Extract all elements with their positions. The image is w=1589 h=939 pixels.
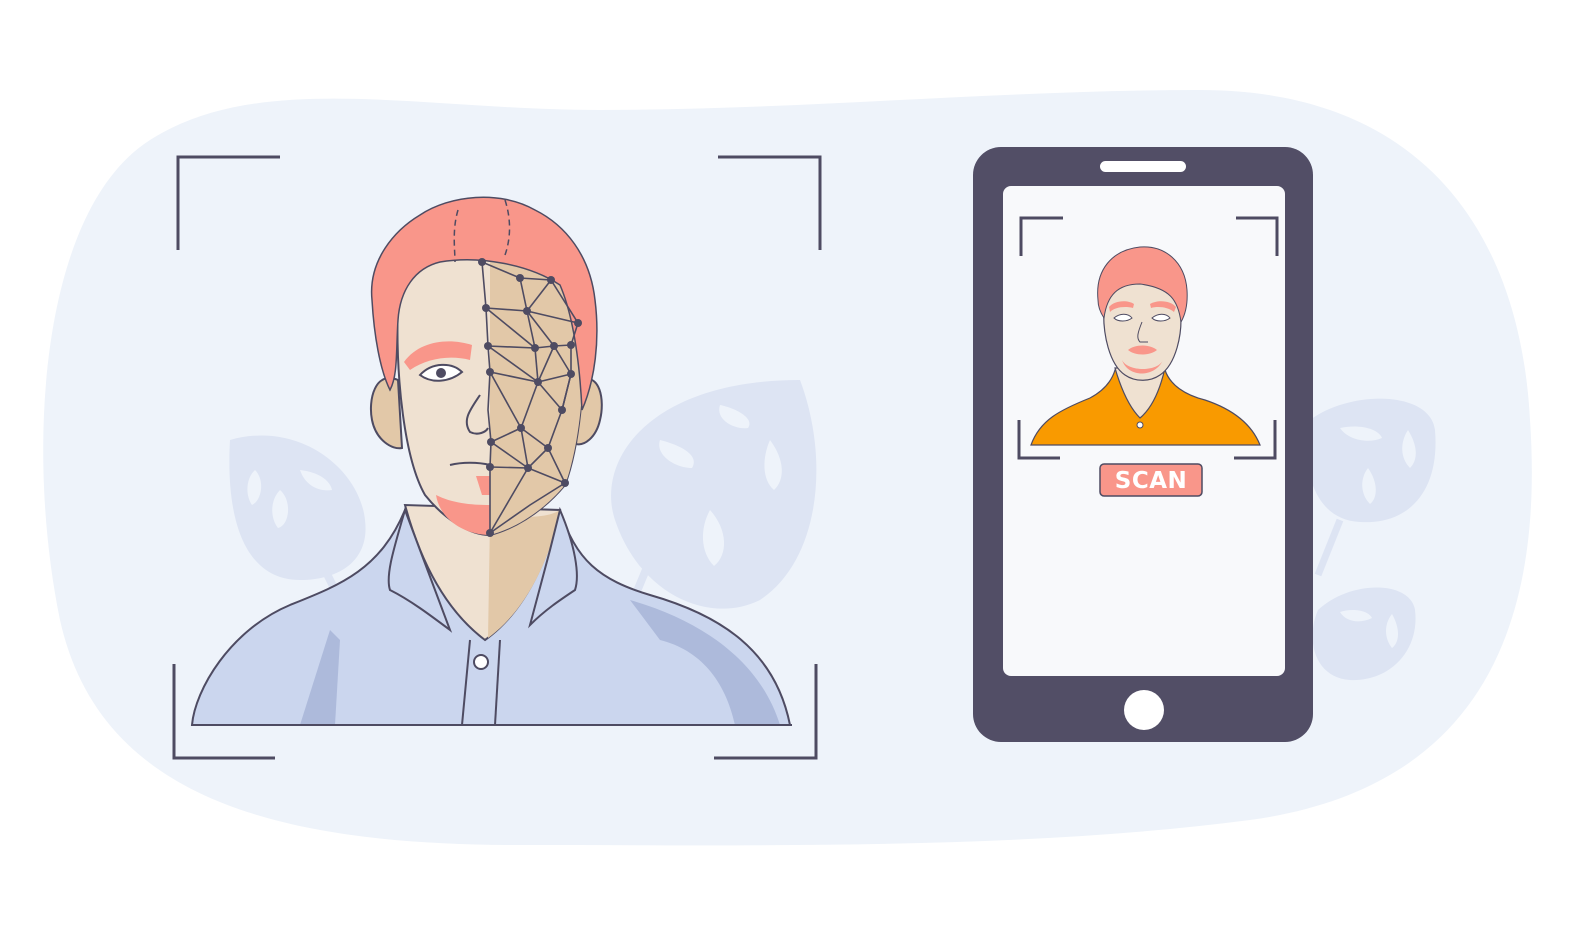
smartphone-icon: SCAN (973, 147, 1313, 742)
face-recognition-illustration: SCAN (43, 90, 1532, 846)
scan-button-label: SCAN (1115, 468, 1188, 494)
home-button-icon[interactable] (1124, 690, 1164, 730)
scan-button[interactable]: SCAN (1099, 463, 1203, 497)
speaker-slot-icon (1100, 161, 1186, 172)
shirt-button (473, 654, 489, 670)
